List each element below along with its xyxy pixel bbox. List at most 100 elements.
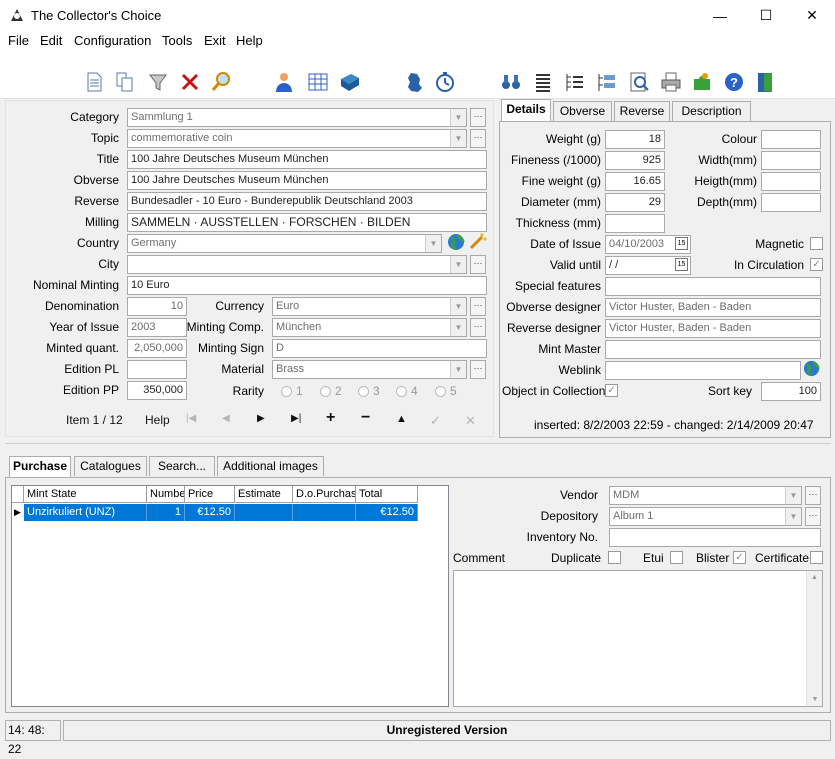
tab-catalogues[interactable]: Catalogues	[74, 456, 147, 476]
material-browse-button[interactable]: ···	[470, 360, 486, 379]
inventory-field[interactable]	[609, 528, 821, 547]
diameter-field[interactable]: 29	[605, 193, 665, 212]
column-header[interactable]: Numbe	[147, 486, 185, 503]
topic-select[interactable]: commemorative coin ▼	[127, 129, 467, 148]
menu-exit[interactable]: Exit	[204, 33, 226, 48]
minting-comp-browse-button[interactable]: ···	[470, 318, 486, 337]
category-select[interactable]: Sammlung 1 ▼	[127, 108, 467, 127]
edition-pl-field[interactable]	[127, 360, 187, 379]
topic-browse-button[interactable]: ···	[470, 129, 486, 148]
in-circulation-checkbox[interactable]: ✓	[810, 258, 823, 271]
thickness-field[interactable]	[605, 214, 665, 233]
denomination-field[interactable]: 10	[127, 297, 187, 316]
object-in-collection-checkbox[interactable]: ✓	[605, 384, 618, 397]
new-document-icon[interactable]	[83, 71, 105, 93]
material-select[interactable]: Brass ▼	[272, 360, 467, 379]
blister-checkbox[interactable]: ✓	[733, 551, 746, 564]
tab-reverse[interactable]: Reverse	[614, 101, 670, 121]
tab-obverse[interactable]: Obverse	[553, 101, 612, 121]
width-field[interactable]	[761, 151, 821, 170]
stopwatch-icon[interactable]	[434, 71, 456, 93]
title-field[interactable]: 100 Jahre Deutsches Museum München	[127, 150, 487, 169]
depository-browse-button[interactable]: ···	[805, 507, 821, 526]
tree-list-icon[interactable]	[564, 71, 586, 93]
reverse-designer-field[interactable]: Victor Huster, Baden - Baden	[605, 319, 821, 338]
table-cell[interactable]: Unzirkuliert (UNZ)	[24, 504, 147, 521]
table-cell[interactable]: 1	[147, 504, 185, 521]
tab-purchase[interactable]: Purchase	[9, 456, 71, 478]
edition-pp-field[interactable]: 350,000	[127, 381, 187, 400]
calendar-icon[interactable]: 15	[675, 258, 688, 271]
rarity-radio-2[interactable]	[320, 386, 331, 397]
rarity-radio-4[interactable]	[396, 386, 407, 397]
special-features-field[interactable]	[605, 277, 821, 296]
delete-record-button[interactable]: −	[361, 409, 370, 427]
mint-master-field[interactable]	[605, 340, 821, 359]
filter-icon[interactable]	[147, 71, 169, 93]
search-icon[interactable]	[210, 71, 232, 93]
depository-select[interactable]: Album 1 ▼	[609, 507, 802, 526]
vendor-browse-button[interactable]: ···	[805, 486, 821, 505]
rarity-radio-3[interactable]	[358, 386, 369, 397]
table-cell[interactable]	[235, 504, 293, 521]
etui-checkbox[interactable]	[670, 551, 683, 564]
fineness-field[interactable]: 925	[605, 151, 665, 170]
close-button[interactable]: ✕	[789, 0, 835, 31]
help-icon[interactable]: ?	[723, 71, 745, 93]
tab-details[interactable]: Details	[501, 99, 551, 121]
column-header[interactable]: D.o.Purchas	[293, 486, 356, 503]
table-cell[interactable]: €12.50	[356, 504, 418, 521]
column-header[interactable]: Mint State	[24, 486, 147, 503]
menu-help[interactable]: Help	[236, 33, 263, 48]
vendor-select[interactable]: MDM ▼	[609, 486, 802, 505]
delete-icon[interactable]	[179, 71, 201, 93]
height-field[interactable]	[761, 172, 821, 191]
weight-field[interactable]: 18	[605, 130, 665, 149]
currency-browse-button[interactable]: ···	[470, 297, 486, 316]
exit-door-icon[interactable]	[755, 71, 777, 93]
comment-scrollbar[interactable]: ▲ ▼	[806, 571, 822, 706]
menu-tools[interactable]: Tools	[162, 33, 192, 48]
cancel-record-button[interactable]: ✕	[465, 413, 476, 429]
post-record-button[interactable]: ✓	[430, 413, 441, 429]
minted-quant-field[interactable]: 2,050,000	[127, 339, 187, 358]
germany-map-icon[interactable]	[403, 71, 425, 93]
puzzle-icon[interactable]	[691, 71, 713, 93]
user-icon[interactable]	[273, 71, 295, 93]
edit-record-button[interactable]: ▲	[396, 413, 407, 425]
calendar-icon[interactable]: 15	[675, 237, 688, 250]
rarity-radio-1[interactable]	[281, 386, 292, 397]
menu-file[interactable]: File	[8, 33, 29, 48]
minting-sign-field[interactable]: D	[272, 339, 487, 358]
printer-icon[interactable]	[660, 71, 682, 93]
binoculars-icon[interactable]	[500, 71, 522, 93]
table-cell[interactable]	[293, 504, 356, 521]
next-record-button[interactable]: ▶	[257, 413, 265, 424]
comment-textarea[interactable]: ▲ ▼	[453, 570, 823, 707]
menu-edit[interactable]: Edit	[40, 33, 62, 48]
reverse-field[interactable]: Bundesadler - 10 Euro - Bunderepublik De…	[127, 192, 487, 211]
obverse-designer-field[interactable]: Victor Huster, Baden - Baden	[605, 298, 821, 317]
country-select[interactable]: Germany ▼	[127, 234, 442, 253]
year-of-issue-field[interactable]: 2003	[127, 318, 187, 337]
table-cell[interactable]: €12.50	[185, 504, 235, 521]
prev-record-button[interactable]: ◀	[222, 413, 230, 424]
minting-comp-select[interactable]: München ▼	[272, 318, 467, 337]
purchase-grid[interactable]: Mint State Numbe Price Estimate D.o.Purc…	[11, 485, 449, 707]
column-header[interactable]: Total	[356, 486, 418, 503]
rarity-radio-5[interactable]	[435, 386, 446, 397]
add-record-button[interactable]: +	[326, 409, 335, 427]
copy-document-icon[interactable]	[114, 71, 136, 93]
minimize-button[interactable]: —	[697, 0, 743, 31]
preview-icon[interactable]	[628, 71, 650, 93]
magic-wand-icon[interactable]	[468, 231, 488, 251]
weblink-field[interactable]	[605, 361, 801, 380]
column-header[interactable]: Price	[185, 486, 235, 503]
help-link[interactable]: Help	[145, 413, 170, 427]
sort-key-field[interactable]: 100	[761, 382, 821, 401]
nominal-minting-field[interactable]: 10 Euro	[127, 276, 487, 295]
last-record-button[interactable]: ▶|	[291, 413, 301, 424]
currency-select[interactable]: Euro ▼	[272, 297, 467, 316]
city-browse-button[interactable]: ···	[470, 255, 486, 274]
maximize-button[interactable]: ☐	[743, 0, 789, 31]
